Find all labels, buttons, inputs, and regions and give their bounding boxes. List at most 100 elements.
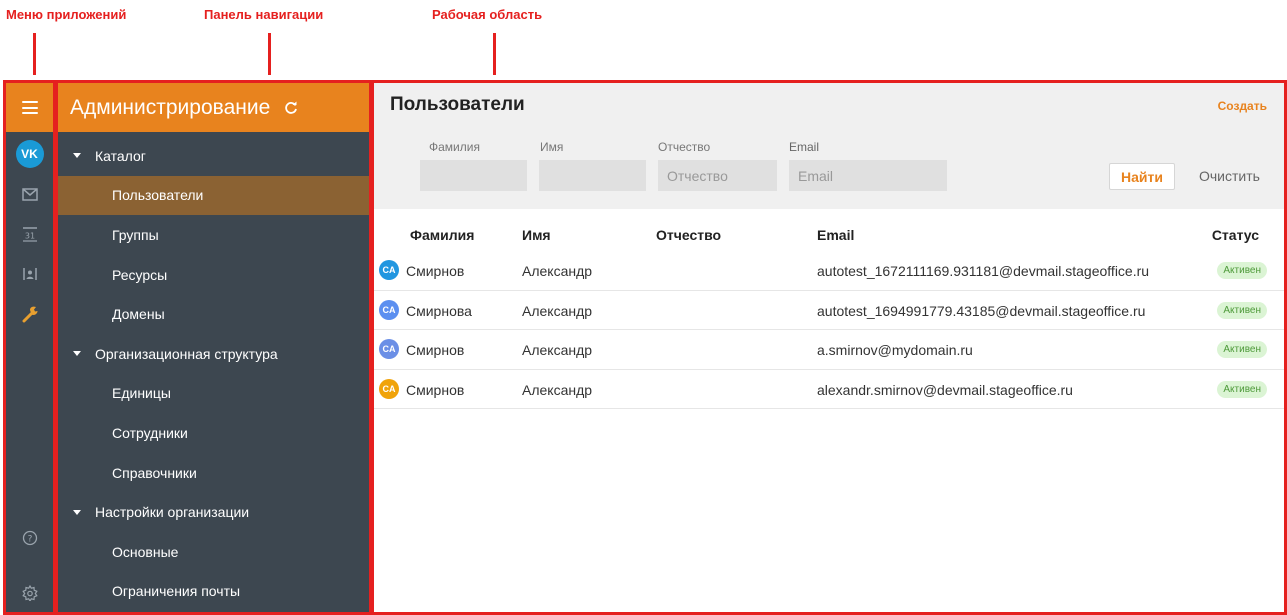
annotation-pointer [493, 33, 496, 75]
email-filter: Email Email [789, 140, 947, 191]
clear-button[interactable]: Очистить [1199, 168, 1260, 184]
nav-item-users[interactable]: Пользователи [57, 175, 369, 216]
caret-down-icon [73, 351, 81, 357]
table-header: Фамилия Имя Отчество Email Статус [374, 219, 1287, 249]
cell-lastname: Смирнов [406, 263, 465, 279]
annotation-label-nav-panel: Панель навигации [204, 7, 324, 22]
nav-header: Администрирование [57, 83, 369, 132]
column-header-middlename[interactable]: Отчество [656, 227, 721, 243]
status-badge: Активен [1217, 380, 1267, 398]
contacts-icon [22, 268, 37, 280]
cell-lastname: Смирнов [406, 342, 465, 358]
create-button[interactable]: Создать [1218, 99, 1267, 113]
cell-email: autotest_1694991779.43185@devmail.stageo… [817, 302, 1146, 319]
nav-item-mail-limits[interactable]: Ограничения почты [57, 572, 369, 612]
status-badge: Активен [1217, 262, 1267, 279]
nav-section-label: Организационная структура [95, 345, 278, 362]
cell-firstname: Александр [522, 263, 593, 279]
email-input[interactable]: Email [789, 160, 947, 191]
nav-title: Администрирование [70, 95, 271, 119]
nav-item-directories[interactable]: Справочники [57, 453, 369, 493]
nav-item-label: Группы [112, 226, 159, 243]
page-title: Пользователи [390, 94, 525, 115]
filter-label: Имя [540, 140, 564, 154]
status-badge: Активен [1217, 301, 1267, 319]
cell-email: autotest_1672111169.931181@devmail.stage… [817, 263, 1150, 279]
refresh-icon [285, 101, 298, 114]
annotation-label-app-menu: Меню приложений [6, 7, 127, 22]
firstname-filter: Имя [539, 140, 646, 191]
table-row[interactable]: CA Смирнова Александр autotest_169499177… [374, 291, 1287, 330]
contacts-app-button[interactable] [4, 254, 55, 294]
navigation-panel: Администрирование Каталог Пользователи Г… [57, 83, 369, 615]
calendar-app-button[interactable]: 31 [4, 214, 55, 254]
avatar: CA [379, 378, 399, 399]
workspace-header: Пользователи Создать Фамилия Имя Отчеств… [374, 83, 1287, 209]
admin-app-button[interactable] [4, 294, 55, 334]
column-header-firstname[interactable]: Имя [522, 227, 551, 243]
nav-item-general[interactable]: Основные [57, 532, 369, 572]
svg-text:?: ? [27, 535, 32, 545]
avatar: CA [379, 299, 399, 320]
email-placeholder: Email [798, 167, 834, 184]
firstname-input[interactable] [539, 160, 646, 191]
nav-section-org-structure[interactable]: Организационная структура [57, 334, 369, 374]
annotation-pointer [33, 33, 36, 75]
nav-item-units[interactable]: Единицы [57, 374, 369, 414]
cell-email: a.smirnov@mydomain.ru [817, 342, 973, 358]
calendar-icon: 31 [22, 227, 37, 242]
filter-label: Email [789, 140, 820, 154]
app-menu-rail: VK 31 ? [4, 83, 55, 615]
settings-button[interactable] [4, 573, 55, 613]
find-button[interactable]: Найти [1109, 163, 1175, 190]
filter-label: Фамилия [429, 140, 480, 154]
mail-icon [21, 187, 38, 201]
filter-label: Отчество [658, 140, 711, 154]
middlename-placeholder: Отчество [667, 167, 728, 184]
wrench-icon [22, 306, 37, 323]
help-button[interactable]: ? [4, 518, 55, 558]
settings-icon [21, 585, 38, 601]
mail-app-button[interactable] [4, 174, 55, 214]
calendar-day: 31 [24, 232, 34, 241]
nav-item-resources[interactable]: Ресурсы [57, 255, 369, 295]
lastname-filter: Фамилия [420, 140, 527, 191]
nav-list: Каталог Пользователи Группы Ресурсы Доме… [57, 132, 369, 611]
menu-icon [21, 101, 38, 114]
menu-button[interactable] [4, 83, 55, 132]
cell-firstname: Александр [522, 381, 593, 398]
table-row[interactable]: CA Смирнов Александр alexandr.smirnov@de… [374, 370, 1287, 409]
nav-item-employees[interactable]: Сотрудники [57, 413, 369, 453]
cell-firstname: Александр [522, 342, 593, 358]
nav-section-label: Настройки организации [95, 504, 250, 521]
nav-section-catalog[interactable]: Каталог [57, 136, 369, 176]
nav-section-label: Каталог [95, 147, 146, 164]
nav-item-label: Ограничения почты [112, 583, 241, 600]
nav-section-org-settings[interactable]: Настройки организации [57, 492, 369, 532]
table-row[interactable]: CA Смирнов Александр a.smirnov@mydomain.… [374, 330, 1287, 370]
middlename-filter: Отчество Отчество [658, 140, 777, 191]
help-icon: ? [22, 530, 37, 546]
nav-item-domains[interactable]: Домены [57, 294, 369, 334]
nav-item-label: Основные [112, 543, 179, 560]
column-header-status[interactable]: Статус [1212, 227, 1259, 243]
column-header-email[interactable]: Email [817, 227, 854, 243]
nav-item-label: Сотрудники [112, 424, 188, 441]
nav-item-label: Пользователи [112, 187, 204, 204]
nav-item-groups[interactable]: Группы [57, 215, 369, 255]
user-avatar[interactable]: VK [15, 140, 44, 168]
annotation-pointer [268, 33, 271, 75]
middlename-input[interactable]: Отчество [658, 160, 777, 191]
column-header-lastname[interactable]: Фамилия [410, 227, 474, 243]
lastname-input[interactable] [420, 160, 527, 191]
nav-item-label: Справочники [112, 464, 197, 481]
nav-item-label: Домены [112, 306, 165, 323]
refresh-button[interactable] [284, 101, 298, 115]
cell-lastname: Смирнова [406, 302, 472, 319]
caret-down-icon [73, 509, 81, 515]
table-row[interactable]: CA Смирнов Александр autotest_1672111169… [374, 251, 1287, 291]
users-table: CA Смирнов Александр autotest_1672111169… [374, 251, 1287, 409]
annotation-label-workspace: Рабочая область [432, 7, 543, 22]
status-badge: Активен [1217, 341, 1267, 358]
cell-lastname: Смирнов [406, 381, 465, 398]
